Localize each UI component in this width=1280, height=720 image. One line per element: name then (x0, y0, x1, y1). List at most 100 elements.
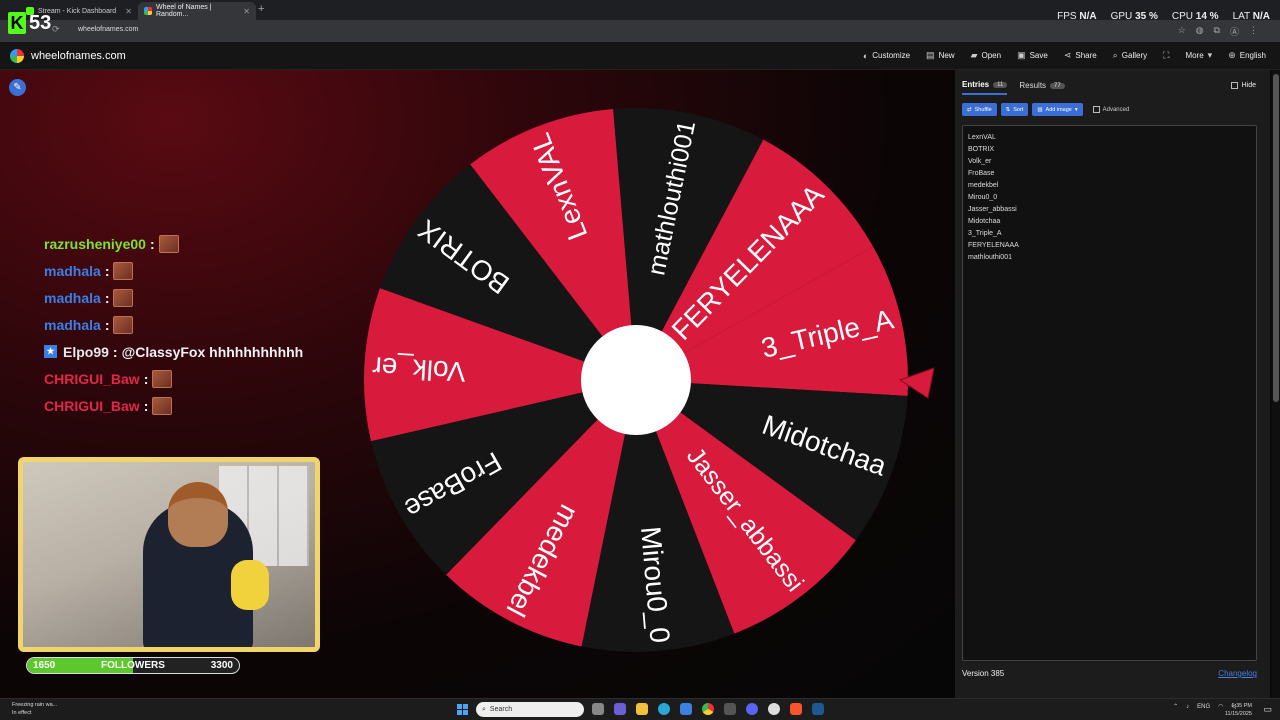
shuffle-icon: ⇄ (967, 106, 972, 113)
file-icon: ▤ (926, 50, 935, 60)
taskbar-search[interactable]: ⌕ Search (476, 702, 584, 717)
brave-icon[interactable] (790, 703, 802, 715)
site-name[interactable]: wheelofnames.com (31, 50, 126, 62)
entry-line[interactable]: LexnVAL (968, 132, 1251, 144)
app-icon[interactable] (724, 703, 736, 715)
new-tab-icon[interactable]: + (258, 3, 264, 15)
chat-separator: : (143, 370, 149, 387)
new-button[interactable]: ▤ New (926, 50, 955, 61)
tab-wheel-of-names[interactable]: Wheel of Names | Random... ✕ (138, 2, 256, 20)
tab-title: Wheel of Names | Random... (156, 4, 212, 18)
star-icon[interactable]: ☆ (1178, 25, 1186, 38)
chevron-down-icon: ▾ (1074, 106, 1078, 113)
store-icon[interactable] (680, 703, 692, 715)
tab-results[interactable]: Results 77 (1019, 80, 1065, 95)
gpu-stat: GPU 35 % (1110, 11, 1158, 22)
chat-emote-icon (152, 369, 173, 388)
extensions-icon[interactable]: ⧉ (1214, 25, 1220, 38)
tab-entries[interactable]: Entries 11 (962, 80, 1008, 95)
entry-line[interactable]: Volk_er (968, 156, 1251, 168)
globe-icon: ⊕ (1228, 50, 1236, 60)
entries-textarea[interactable]: LexnVAL BOTRIX Volk_er FroBase medekbel Mirou… (962, 125, 1257, 661)
chevron-up-icon[interactable]: ⌃ (1173, 703, 1178, 710)
entry-line[interactable]: FroBase (968, 168, 1251, 180)
webcam-plush-toy (231, 560, 269, 610)
close-icon[interactable]: ✕ (125, 7, 132, 16)
entry-line[interactable]: FERYELENAAA (968, 240, 1251, 252)
wheel-center-hub[interactable] (581, 325, 691, 435)
add-image-button[interactable]: ▧ Add image ▾ (1032, 103, 1083, 116)
address-bar (0, 20, 1280, 42)
hide-checkbox[interactable]: Hide (1230, 82, 1256, 89)
teams-icon[interactable] (614, 703, 626, 715)
language-button[interactable]: ⊕ English (1228, 50, 1266, 61)
wheel-logo-icon[interactable] (10, 49, 24, 63)
kick-logo-icon: K (8, 12, 26, 34)
sub-badge-icon: ★ (44, 345, 57, 358)
entries-panel: Entries 11 Results 77 Hide ⇄ Shuffle ⇅ Sort … (955, 70, 1270, 698)
shuffle-button[interactable]: ⇄ Shuffle (962, 103, 997, 116)
advanced-checkbox[interactable]: Advanced (1092, 106, 1129, 113)
wheel[interactable]: 3_Triple_AMidotchaaJasser_abbassiMirou0_… (361, 105, 911, 655)
chat-username[interactable]: Elpo99 (63, 344, 109, 360)
chat-username[interactable]: madhala (44, 317, 101, 333)
close-icon[interactable]: ✕ (243, 7, 250, 16)
more-button[interactable]: More ▾ (1185, 50, 1212, 61)
checkbox-icon[interactable] (1092, 106, 1100, 113)
windows-start-icon[interactable] (457, 704, 468, 715)
entry-line[interactable]: Jasser_abbassi (968, 204, 1251, 216)
chat-separator: : (104, 289, 110, 306)
url-field[interactable]: wheelofnames.com (78, 26, 138, 33)
chat-emote-icon (158, 234, 179, 253)
gallery-button[interactable]: ⌕ Gallery (1113, 50, 1147, 61)
entry-line[interactable]: BOTRIX (968, 144, 1251, 156)
entries-toolbar: ⇄ Shuffle ⇅ Sort ▧ Add image ▾ Advanced (962, 103, 1129, 116)
lat-stat: LAT N/A (1232, 11, 1270, 22)
entry-line[interactable]: 3_Triple_A (968, 228, 1251, 240)
pencil-icon: ✎ (13, 82, 22, 93)
edge-icon[interactable] (658, 703, 670, 715)
entry-line[interactable]: medekbel (968, 180, 1251, 192)
webcam-feed (18, 457, 320, 652)
sort-button[interactable]: ⇅ Sort (1000, 103, 1029, 116)
page-scrollbar[interactable] (1272, 70, 1280, 698)
search-icon: ⌕ (482, 705, 486, 713)
share-button[interactable]: ⋖ Share (1064, 50, 1097, 61)
browser-toolbar-icons: ☆ ◍ ⧉ Ⓐ ⋮ (1178, 25, 1258, 38)
top-menu: ◐ Customize ▤ New ▰ Open ▣ Save ⋖ Share ⌕ Gall… (863, 50, 1266, 61)
mic-icon[interactable]: ♪ (1186, 704, 1189, 710)
chat-username[interactable]: madhala (44, 290, 101, 306)
chat-username[interactable]: CHRIGUI_Baw (44, 398, 140, 414)
notification-icon[interactable]: ▭ (1263, 704, 1272, 715)
save-button[interactable]: ▣ Save (1017, 50, 1048, 61)
wifi-icon[interactable]: ◠ (1218, 703, 1223, 710)
discord-icon[interactable] (746, 703, 758, 715)
task-view-icon[interactable] (592, 703, 604, 715)
chrome-icon[interactable] (702, 703, 714, 715)
profile-icon[interactable]: Ⓐ (1230, 25, 1239, 38)
chat-emote-icon (152, 396, 173, 415)
kebab-menu-icon[interactable]: ⋮ (1249, 25, 1258, 38)
entry-line[interactable]: Mirou0_0 (968, 192, 1251, 204)
weather-widget[interactable]: Freezing rain wa... In effect (12, 701, 57, 717)
language-indicator[interactable]: ENG (1197, 704, 1210, 710)
fullscreen-button[interactable]: ⛶ (1163, 50, 1169, 61)
chat-emote-icon (113, 315, 134, 334)
entry-line[interactable]: Midotchaa (968, 216, 1251, 228)
edit-title-button[interactable]: ✎ (9, 79, 26, 96)
open-button[interactable]: ▰ Open (971, 50, 1002, 61)
customize-button[interactable]: ◐ Customize (863, 50, 910, 61)
viewer-count: 53 (29, 11, 52, 34)
changelog-link[interactable]: Changelog (1218, 669, 1257, 678)
extension-icon[interactable]: ◍ (1196, 25, 1204, 38)
file-explorer-icon[interactable] (636, 703, 648, 715)
chat-username[interactable]: razrusheniye00 (44, 236, 146, 252)
steam-icon[interactable] (812, 703, 824, 715)
chat-username[interactable]: madhala (44, 263, 101, 279)
chat-username[interactable]: CHRIGUI_Baw (44, 371, 140, 387)
checkbox-icon[interactable] (1230, 82, 1238, 89)
github-icon[interactable] (768, 703, 780, 715)
clock[interactable]: 6:35 PM 11/15/2025 (1225, 702, 1252, 718)
entry-line[interactable]: mathlouthi001 (968, 252, 1251, 264)
scrollbar-thumb[interactable] (1273, 74, 1279, 402)
